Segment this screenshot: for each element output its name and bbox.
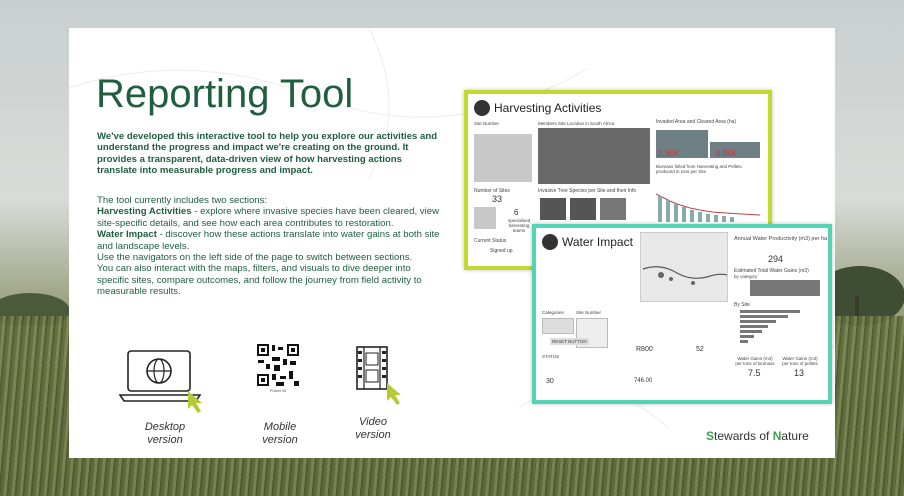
video-version-label: Video version <box>355 416 391 441</box>
gain-biomass-value: 7.5 <box>748 368 761 378</box>
video-version-link[interactable] <box>355 345 415 411</box>
signed-up-status[interactable]: Signed up <box>490 248 513 254</box>
gain-biomass-label: Water Gains (m3) per tons of biomass <box>735 356 775 366</box>
species-photo-2 <box>570 198 596 220</box>
site-location-map[interactable] <box>538 128 650 184</box>
site-number-label-water: Site Number <box>576 310 602 315</box>
site-number-label: Site Number <box>474 121 500 126</box>
invaded-area-label: Invaded Area and Cleared Area (ha) <box>656 119 737 125</box>
mobile-version-label: Mobile version <box>262 421 298 446</box>
current-status-label: Current Status <box>474 238 507 244</box>
body-text: The tool currently includes two sections… <box>97 195 442 298</box>
desktop-version-link[interactable] <box>118 347 218 415</box>
water-dashboard-preview[interactable]: Water Impact Annual Water Productivity (… <box>532 224 832 404</box>
water-title: Water Impact <box>562 235 633 249</box>
qr-caption: Power BI <box>269 388 287 393</box>
sections-intro: The tool currently includes two sections… <box>97 195 268 206</box>
by-category-label: by category <box>734 274 758 279</box>
biomass-label: Biomass felled from Harvesting and Pelle… <box>656 164 742 174</box>
laptop-globe-icon <box>118 350 202 413</box>
stewards-of-nature-logo: Stewards of Nature <box>706 429 809 443</box>
cleared-kpi: 0.95K <box>716 149 737 158</box>
intro-text: We've developed this interactive tool to… <box>97 131 438 177</box>
water-logo-icon <box>542 234 558 250</box>
by-site-chart <box>740 310 800 343</box>
teams-value: 6 <box>514 208 519 217</box>
gain-pellets-value: 13 <box>794 368 805 378</box>
navigator-hint: Use the navigators on the left side of t… <box>97 252 413 264</box>
biomass-chart <box>656 193 760 222</box>
harvesting-description: Harvesting Activities - explore where in… <box>97 206 442 229</box>
categories-label: Categories <box>542 310 564 315</box>
film-strip-icon <box>356 346 401 405</box>
annual-water-label: Annual Water Productivity (m3) per ha <box>734 236 828 242</box>
desktop-version-label: Desktop version <box>144 421 186 446</box>
value-746: 746.00 <box>634 378 653 384</box>
site-filter-grid[interactable] <box>474 134 532 182</box>
site-button[interactable] <box>474 207 496 229</box>
water-map[interactable] <box>640 232 728 302</box>
gain-pellets-label: Water Gains (m3) per tons of pellets <box>782 356 818 366</box>
invasive-species-label: Invasive Tree Species per Site and their… <box>538 188 637 194</box>
status-label: STATUS <box>542 354 560 359</box>
categories-filter[interactable] <box>542 318 574 334</box>
mobile-version-qr[interactable]: Power BI <box>256 343 300 397</box>
species-photo-1 <box>540 198 566 220</box>
by-site-label: By Site <box>734 302 750 308</box>
harvesting-label: Harvesting Activities <box>97 206 192 218</box>
harvesting-title: Harvesting Activities <box>494 101 602 115</box>
number-of-sites-value: 33 <box>492 194 503 204</box>
teams-label: specialised harvesting teams <box>507 218 531 233</box>
interaction-hint: You can also interact with the maps, fil… <box>97 263 422 298</box>
status-value: 30 <box>546 378 554 385</box>
page-title: Reporting Tool <box>96 72 354 116</box>
water-description: Water Impact - discover how these action… <box>97 229 442 252</box>
value-52: 52 <box>696 346 704 353</box>
reset-button[interactable]: RESET BUTTON <box>550 338 589 345</box>
water-label: Water Impact <box>97 229 157 241</box>
invaded-kpi: 2.35K <box>658 149 679 158</box>
r-value: R800 <box>636 346 653 353</box>
annual-water-value: 294 <box>768 254 784 264</box>
species-photo-3 <box>600 198 626 220</box>
qr-code-icon <box>256 343 300 387</box>
category-bar <box>750 280 820 296</box>
members-site-location: Members Site Location in South Africa <box>538 121 615 126</box>
dashboard-logo-icon <box>474 100 490 116</box>
